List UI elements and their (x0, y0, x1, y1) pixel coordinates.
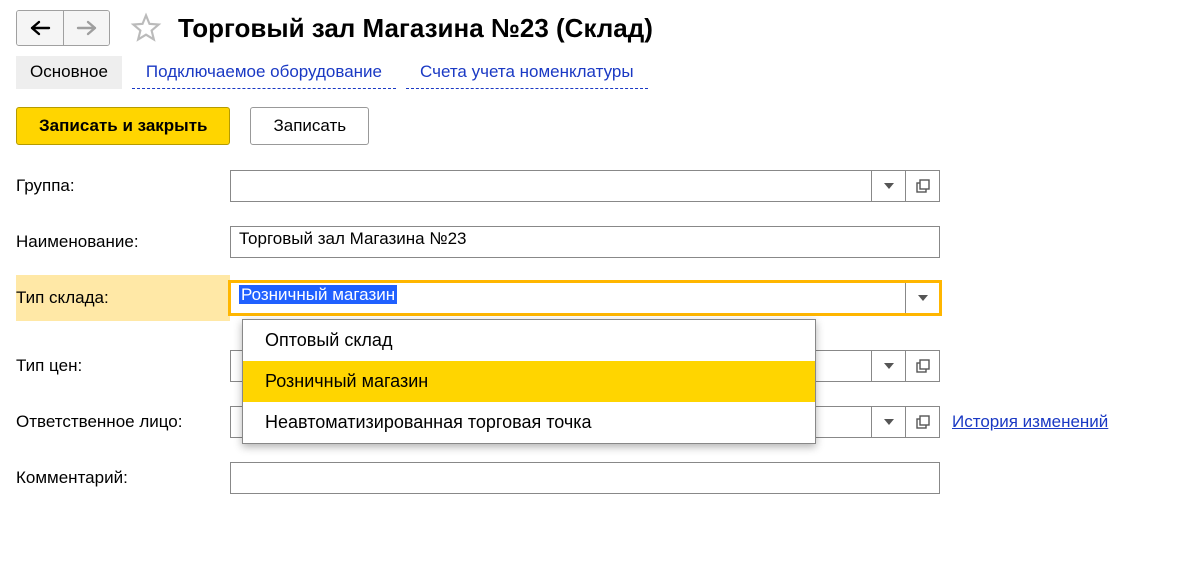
tab-accounts[interactable]: Счета учета номенклатуры (406, 56, 648, 89)
back-button[interactable] (17, 11, 63, 45)
input-store-type-value: Розничный магазин (239, 285, 397, 304)
tab-equipment[interactable]: Подключаемое оборудование (132, 56, 396, 89)
chevron-down-icon (884, 419, 894, 425)
history-link[interactable]: История изменений (952, 412, 1108, 432)
title-bar: Торговый зал Магазина №23 (Склад) (16, 10, 1184, 46)
nav-group (16, 10, 110, 46)
tab-main[interactable]: Основное (16, 56, 122, 89)
dropdown-btn-price-type[interactable] (872, 350, 906, 382)
chevron-down-icon (884, 183, 894, 189)
star-icon (130, 12, 162, 44)
top-tabs: Основное Подключаемое оборудование Счета… (16, 56, 1184, 89)
chevron-down-icon (884, 363, 894, 369)
dropdown-btn-group[interactable] (872, 170, 906, 202)
row-name: Наименование: Торговый зал Магазина №23 (16, 225, 1184, 259)
row-store-type: Тип склада: Розничный магазин Оптовый ск… (16, 281, 1184, 315)
label-name: Наименование: (16, 232, 230, 252)
row-comment: Комментарий: (16, 461, 1184, 495)
input-store-type[interactable]: Розничный магазин (230, 282, 906, 314)
input-name[interactable]: Торговый зал Магазина №23 (230, 226, 940, 258)
row-group: Группа: (16, 169, 1184, 203)
label-responsible: Ответственное лицо: (16, 412, 230, 432)
open-btn-responsible[interactable] (906, 406, 940, 438)
save-and-close-button[interactable]: Записать и закрыть (16, 107, 230, 145)
arrow-left-icon (29, 20, 51, 36)
action-bar: Записать и закрыть Записать (16, 107, 1184, 145)
dropdown-btn-store-type[interactable] (906, 282, 940, 314)
arrow-right-icon (76, 20, 98, 36)
open-external-icon (916, 415, 930, 429)
save-button[interactable]: Записать (250, 107, 369, 145)
forward-button[interactable] (63, 11, 109, 45)
input-comment[interactable] (230, 462, 940, 494)
dropdown-option[interactable]: Розничный магазин (243, 361, 815, 402)
open-btn-group[interactable] (906, 170, 940, 202)
dropdown-option[interactable]: Оптовый склад (243, 320, 815, 361)
input-group[interactable] (230, 170, 872, 202)
dropdown-btn-responsible[interactable] (872, 406, 906, 438)
label-store-type: Тип склада: (16, 288, 230, 308)
favorite-button[interactable] (130, 12, 162, 44)
open-external-icon (916, 359, 930, 373)
label-comment: Комментарий: (16, 468, 230, 488)
open-external-icon (916, 179, 930, 193)
open-btn-price-type[interactable] (906, 350, 940, 382)
label-price-type: Тип цен: (16, 356, 230, 376)
page-title: Торговый зал Магазина №23 (Склад) (178, 13, 653, 44)
dropdown-option[interactable]: Неавтоматизированная торговая точка (243, 402, 815, 443)
dropdown-store-type: Оптовый склад Розничный магазин Неавтома… (242, 319, 816, 444)
chevron-down-icon (918, 295, 928, 301)
label-group: Группа: (16, 176, 230, 196)
